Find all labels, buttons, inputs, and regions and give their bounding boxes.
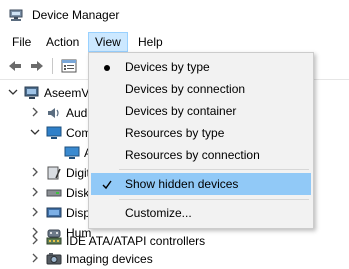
computer-icon [46,126,62,139]
chevron-right-icon[interactable] [30,253,40,263]
computer-root-icon [24,86,39,99]
menu-separator [119,199,309,200]
chevron-down-icon[interactable] [8,87,18,97]
menu-option-devices-by-type[interactable]: Devices by type [91,56,311,78]
view-dropdown-menu: Devices by type Devices by connection De… [88,52,314,229]
tree-item-label: Imaging devices [66,252,153,266]
menu-option-label: Resources by type [125,126,225,140]
menu-help[interactable]: Help [132,32,169,52]
menu-option-label: Resources by connection [125,148,260,162]
tree-item-label: Digit [66,166,91,180]
checkmark-icon [102,180,112,190]
menu-option-devices-by-container[interactable]: Devices by container [91,100,311,122]
menu-bar: File Action View Help [0,30,349,52]
chevron-right-icon[interactable] [30,167,40,177]
tree-root-label: AseemV [44,86,90,100]
menu-option-label: Devices by type [125,60,210,74]
monitor-icon [64,146,80,159]
tree-item-label: Disp [66,206,91,220]
disk-drive-icon [46,189,62,197]
camera-icon [46,253,62,265]
tree-item-label: Aud [66,106,88,120]
display-adapter-icon [46,207,62,218]
chevron-right-icon[interactable] [30,235,40,245]
menu-view[interactable]: View [88,32,128,52]
title-bar: Device Manager [0,0,349,30]
chevron-down-icon[interactable] [30,127,40,137]
toolbar-separator [52,58,53,74]
digitizer-icon [47,166,61,180]
menu-separator [119,169,309,170]
tree-item-label: IDE ATA/ATAPI controllers [66,234,206,248]
radio-selected-icon [104,65,110,71]
properties-icon[interactable] [60,57,78,75]
tree-item-imaging[interactable]: Imaging devices [0,248,349,269]
menu-action[interactable]: Action [40,32,85,52]
chevron-right-icon[interactable] [30,187,40,197]
menu-option-resources-by-connection[interactable]: Resources by connection [91,144,311,166]
ide-controller-icon [46,237,62,245]
speaker-icon [48,108,59,118]
menu-file[interactable]: File [6,32,37,52]
menu-option-label: Show hidden devices [125,177,239,191]
tree-item-label: Disk [66,186,90,200]
back-arrow-icon[interactable] [6,57,24,75]
menu-option-customize[interactable]: Customize... [91,202,311,224]
chevron-right-icon[interactable] [30,107,40,117]
menu-option-label: Devices by connection [125,82,246,96]
menu-option-resources-by-type[interactable]: Resources by type [91,122,311,144]
forward-arrow-icon[interactable] [28,57,46,75]
menu-option-devices-by-connection[interactable]: Devices by connection [91,78,311,100]
menu-option-show-hidden-devices[interactable]: Show hidden devices [91,173,311,195]
menu-option-label: Customize... [125,206,192,220]
device-manager-icon [9,9,23,21]
chevron-right-icon[interactable] [30,207,40,217]
window-title: Device Manager [32,8,120,22]
menu-option-label: Devices by container [125,104,237,118]
